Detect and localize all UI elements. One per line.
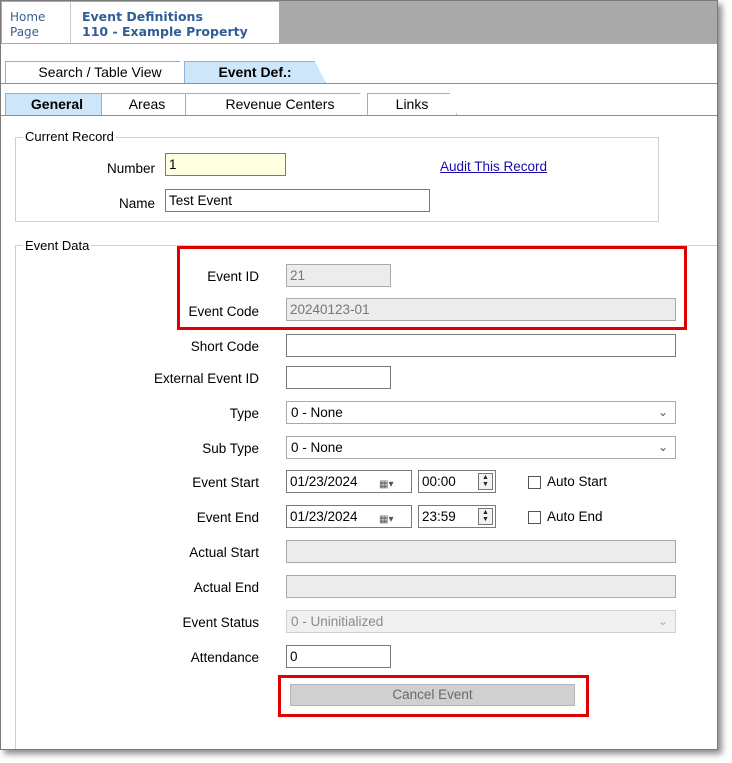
event-start-time-spinner[interactable]: 00:00 ▲ ▼ (418, 470, 496, 493)
highlight-event-id-code (177, 246, 687, 330)
attendance-field[interactable]: 0 (286, 645, 391, 668)
event-data-label: Event Data (23, 238, 92, 253)
event-start-label: Event Start (192, 475, 259, 490)
event-status-select: 0 - Uninitialized ⌄ (286, 610, 676, 633)
chevron-down-icon: ⌄ (657, 440, 668, 454)
type-select[interactable]: 0 - None ⌄ (286, 401, 676, 424)
short-code-label: Short Code (190, 339, 259, 354)
auto-end-checkbox[interactable] (528, 511, 541, 524)
actual-end-field (286, 575, 676, 598)
tab-links[interactable]: Links (367, 93, 457, 115)
event-start-date-picker[interactable]: 01/23/2024 ▦▾ (286, 470, 412, 493)
actual-end-label: Actual End (193, 580, 259, 595)
current-record-label: Current Record (23, 129, 116, 144)
inner-tab-rule (1, 115, 717, 116)
tab-revenue-centers[interactable]: Revenue Centers (185, 93, 375, 115)
auto-start-label: Auto Start (547, 474, 608, 489)
event-end-date-picker[interactable]: 01/23/2024 ▦▾ (286, 505, 412, 528)
event-status-label: Event Status (182, 615, 259, 630)
event-end-label: Event End (196, 510, 259, 525)
outer-tab-rule (1, 83, 717, 84)
event-end-time-value: 23:59 (422, 509, 456, 524)
tab-event-def[interactable]: Event Def.: (184, 61, 326, 83)
highlight-cancel-button (278, 675, 589, 717)
calendar-icon[interactable]: ▦▾ (379, 509, 401, 525)
name-field[interactable]: Test Event (165, 189, 430, 212)
type-label: Type (229, 406, 259, 421)
spin-arrows-icon[interactable]: ▲ ▼ (478, 473, 493, 490)
actual-start-field (286, 540, 676, 563)
attendance-label: Attendance (190, 650, 259, 665)
event-end-date-value: 01/23/2024 (290, 509, 358, 524)
auto-start-checkbox[interactable] (528, 476, 541, 489)
home-line1: Home (10, 10, 46, 24)
chevron-down-icon: ⌄ (657, 614, 668, 628)
title-line1: Event Definitions (82, 9, 203, 24)
tab-areas[interactable]: Areas (101, 93, 193, 115)
spin-arrows-icon[interactable]: ▲ ▼ (478, 508, 493, 525)
external-event-id-label: External Event ID (153, 371, 259, 386)
calendar-icon[interactable]: ▦▾ (379, 474, 401, 490)
event-end-time-spinner[interactable]: 23:59 ▲ ▼ (418, 505, 496, 528)
home-page-button[interactable]: Home Page (2, 2, 71, 43)
sub-type-select-value: 0 - None (291, 440, 343, 455)
tab-general[interactable]: General (5, 93, 109, 115)
auto-end-label: Auto End (547, 509, 603, 524)
external-event-id-field[interactable] (286, 366, 391, 389)
event-status-select-value: 0 - Uninitialized (291, 614, 384, 629)
title-line2: 110 - Example Property (82, 24, 248, 39)
audit-record-link[interactable]: Audit This Record (440, 159, 547, 174)
tab-search-table-view[interactable]: Search / Table View (5, 61, 195, 83)
short-code-field[interactable] (286, 334, 676, 357)
event-start-time-value: 00:00 (422, 474, 456, 489)
number-label: Number (106, 161, 155, 176)
event-start-date-value: 01/23/2024 (290, 474, 358, 489)
page-title: Event Definitions 110 - Example Property (71, 2, 279, 43)
sub-type-label: Sub Type (202, 441, 259, 456)
type-select-value: 0 - None (291, 405, 343, 420)
chevron-down-icon: ⌄ (657, 405, 668, 419)
number-field[interactable]: 1 (165, 153, 286, 176)
home-line2: Page (10, 25, 40, 39)
header-bar: Home Page Event Definitions 110 - Exampl… (1, 1, 717, 44)
sub-type-select[interactable]: 0 - None ⌄ (286, 436, 676, 459)
app-window: Home Page Event Definitions 110 - Exampl… (0, 0, 718, 750)
actual-start-label: Actual Start (189, 545, 259, 560)
name-label: Name (118, 196, 155, 211)
